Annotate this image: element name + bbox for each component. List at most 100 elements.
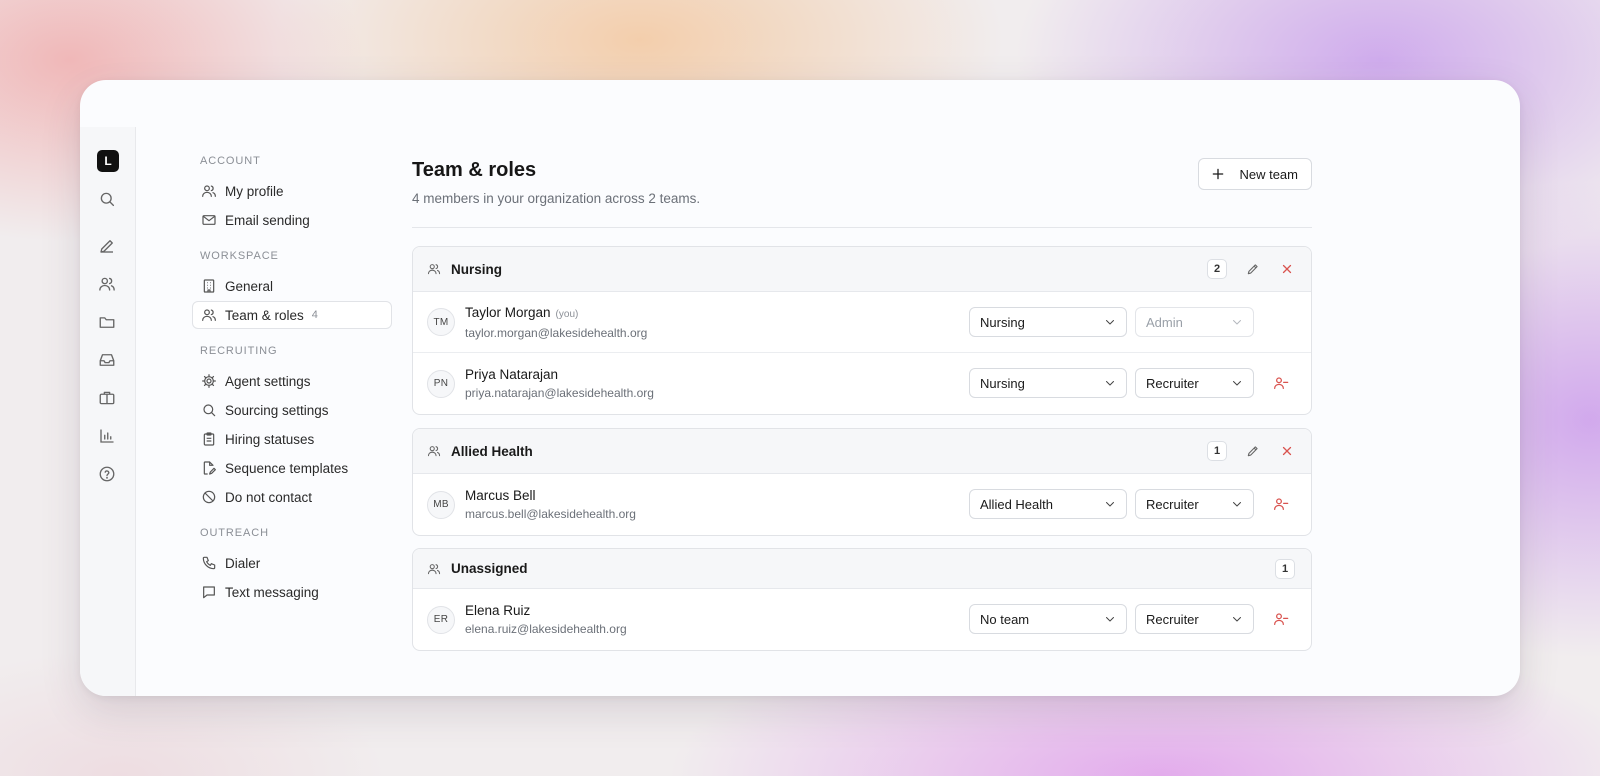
users-icon xyxy=(201,307,217,323)
avatar: MB xyxy=(427,490,455,519)
role-select[interactable]: Recruiter xyxy=(1135,489,1254,519)
briefcase-icon[interactable] xyxy=(98,389,116,407)
member-name: Elena Ruiz xyxy=(465,603,531,618)
users-icon xyxy=(427,562,441,576)
nav-item-sequence-templates[interactable]: Sequence templates xyxy=(192,454,392,482)
role-select[interactable]: Recruiter xyxy=(1135,368,1254,398)
nav-item-dialer[interactable]: Dialer xyxy=(192,549,392,577)
role-select: Admin xyxy=(1135,307,1254,337)
chevron-down-icon xyxy=(1104,498,1116,510)
team-name: Unassigned xyxy=(451,561,528,576)
phone-icon xyxy=(201,555,217,571)
team-select-value: No team xyxy=(980,611,1030,627)
bar-chart-icon[interactable] xyxy=(98,427,116,445)
edit-team-icon[interactable] xyxy=(1245,443,1261,459)
member-info: Elena Ruiz elena.ruiz@lakesidehealth.org xyxy=(465,603,627,636)
you-tag: (you) xyxy=(555,309,579,320)
mail-icon xyxy=(201,212,217,228)
team-card-allied-health: Allied Health 1 MB Marcus Bell marcus.be… xyxy=(412,428,1312,536)
folder-icon[interactable] xyxy=(98,313,116,331)
team-card-nursing: Nursing 2 TM Taylor Morgan (you) taylor.m… xyxy=(412,246,1312,415)
nav-section-workspace: WORKSPACE xyxy=(200,250,279,262)
role-select[interactable]: Recruiter xyxy=(1135,604,1254,634)
team-select[interactable]: Nursing xyxy=(969,368,1127,398)
chevron-down-icon xyxy=(1104,377,1116,389)
avatar: ER xyxy=(427,605,455,634)
team-select-value: Nursing xyxy=(980,375,1025,391)
team-select-value: Allied Health xyxy=(980,496,1053,512)
nav-section-outreach: OUTREACH xyxy=(200,527,269,539)
nav-item-hiring-statuses[interactable]: Hiring statuses xyxy=(192,425,392,453)
settings-nav: ACCOUNT My profile Email sending WORKSPA… xyxy=(192,155,392,607)
remove-member-icon[interactable] xyxy=(1273,611,1289,627)
delete-team-icon[interactable] xyxy=(1279,261,1295,277)
edit-team-icon[interactable] xyxy=(1245,261,1261,277)
nav-item-label: Do not contact xyxy=(225,489,313,505)
plus-icon xyxy=(1211,167,1225,181)
member-name: Priya Natarajan xyxy=(465,367,559,382)
team-actions: 1 xyxy=(1207,429,1295,473)
nav-item-general[interactable]: General xyxy=(192,272,392,300)
gear-icon xyxy=(201,373,217,389)
team-select[interactable]: No team xyxy=(969,604,1127,634)
nav-item-sourcing-settings[interactable]: Sourcing settings xyxy=(192,396,392,424)
search-icon xyxy=(201,402,217,418)
nav-item-my-profile[interactable]: My profile xyxy=(192,177,392,205)
remove-member-icon[interactable] xyxy=(1273,496,1289,512)
member-info: Taylor Morgan (you) taylor.morgan@lakesid… xyxy=(465,304,647,340)
member-row: PN Priya Natarajan priya.natarajan@lakes… xyxy=(413,353,1311,414)
role-select-value: Recruiter xyxy=(1146,375,1199,391)
chevron-down-icon xyxy=(1104,613,1116,625)
help-icon[interactable] xyxy=(98,465,116,483)
team-count-badge: 2 xyxy=(1207,259,1227,279)
team-name: Nursing xyxy=(451,261,503,277)
inbox-icon[interactable] xyxy=(98,351,116,369)
nav-item-label: Dialer xyxy=(225,555,261,571)
nav-item-label: My profile xyxy=(225,183,284,199)
nav-item-agent-settings[interactable]: Agent settings xyxy=(192,367,392,395)
nav-item-label: Sourcing settings xyxy=(225,402,329,418)
users-icon xyxy=(427,262,441,276)
team-select[interactable]: Allied Health xyxy=(969,489,1127,519)
team-count-badge: 1 xyxy=(1275,558,1295,579)
team-name: Allied Health xyxy=(451,443,533,459)
nav-item-label: Sequence templates xyxy=(225,460,349,476)
team-actions: 1 xyxy=(1275,549,1295,588)
chevron-down-icon xyxy=(1231,377,1243,389)
nav-item-email-sending[interactable]: Email sending xyxy=(192,206,392,234)
role-select-value: Recruiter xyxy=(1146,496,1199,512)
member-info: Marcus Bell marcus.bell@lakesidehealth.o… xyxy=(465,488,636,521)
nav-item-do-not-contact[interactable]: Do not contact xyxy=(192,483,392,511)
chevron-down-icon xyxy=(1231,613,1243,625)
nav-item-team-roles[interactable]: Team & roles 4 xyxy=(192,301,392,329)
nav-item-label: Agent settings xyxy=(225,373,311,389)
member-row: ER Elena Ruiz elena.ruiz@lakesidehealth.… xyxy=(413,589,1311,650)
member-row: TM Taylor Morgan (you) taylor.morgan@lake… xyxy=(413,292,1311,353)
nav-item-label: Team & roles xyxy=(225,307,304,323)
team-header: Allied Health 1 xyxy=(413,429,1311,474)
users-icon[interactable] xyxy=(98,275,116,293)
page-subtitle: 4 members in your organization across 2 … xyxy=(412,191,701,206)
team-header: Unassigned 1 xyxy=(413,549,1311,589)
new-team-button[interactable]: New team xyxy=(1198,158,1312,190)
message-icon xyxy=(201,584,217,600)
nav-section-recruiting: RECRUITING xyxy=(200,345,278,357)
delete-team-icon[interactable] xyxy=(1279,443,1295,459)
member-row: MB Marcus Bell marcus.bell@lakesidehealt… xyxy=(413,474,1311,535)
new-team-label: New team xyxy=(1239,166,1298,182)
member-info: Priya Natarajan priya.natarajan@lakeside… xyxy=(465,367,654,400)
team-card-unassigned: Unassigned 1 ER Elena Ruiz elena.ruiz@la… xyxy=(412,548,1312,651)
member-email: marcus.bell@lakesidehealth.org xyxy=(465,507,636,521)
nav-item-label: General xyxy=(225,278,274,294)
ban-icon xyxy=(201,489,217,505)
search-icon[interactable] xyxy=(98,190,116,208)
nav-item-text-messaging[interactable]: Text messaging xyxy=(192,578,392,606)
pencil-icon[interactable] xyxy=(98,237,116,255)
team-select[interactable]: Nursing xyxy=(969,307,1127,337)
user-icon xyxy=(201,183,217,199)
settings-window: L ACCOUNT My profile Email sending WORKS… xyxy=(80,80,1520,696)
remove-member-icon[interactable] xyxy=(1273,375,1289,391)
icon-rail: L xyxy=(80,127,136,696)
app-logo[interactable]: L xyxy=(97,150,119,172)
file-edit-icon xyxy=(201,460,217,476)
